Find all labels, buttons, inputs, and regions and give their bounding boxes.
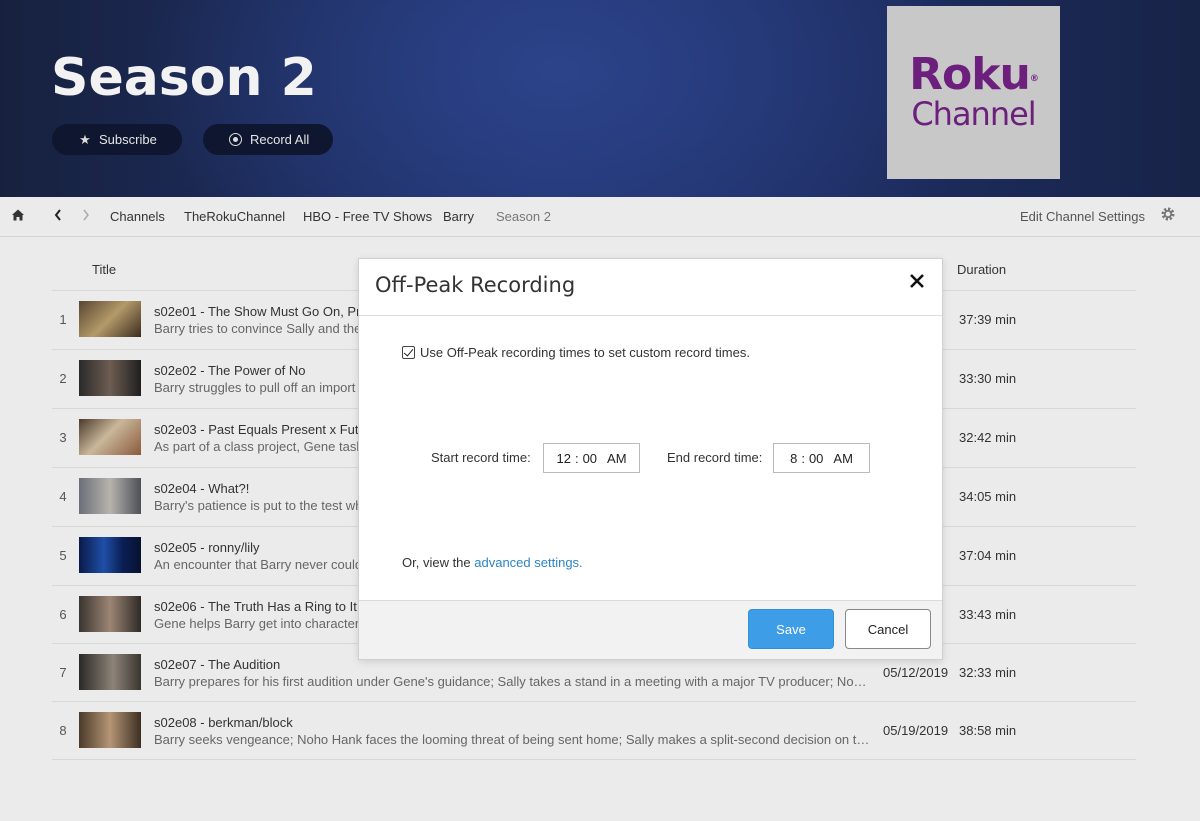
advanced-settings-row: Or, view the advanced settings. — [402, 555, 583, 570]
episode-title: s02e04 - What?! — [154, 481, 250, 496]
episode-duration: 32:33 min — [959, 665, 1017, 680]
episode-duration: 37:04 min — [959, 548, 1017, 563]
logo-roku-text: Roku® — [909, 48, 1039, 100]
episode-date: 05/12/2019 — [883, 665, 949, 680]
end-time-label: End record time: — [667, 450, 763, 465]
subscribe-label: Subscribe — [99, 132, 157, 147]
row-number: 5 — [59, 548, 67, 563]
breadcrumb-bar: Channels TheRokuChannel HBO - Free TV Sh… — [0, 197, 1200, 237]
episode-title: s02e03 - Past Equals Present x Futur — [154, 422, 371, 437]
column-header-duration[interactable]: Duration — [957, 262, 1006, 277]
home-icon[interactable] — [11, 208, 25, 225]
episode-title: s02e06 - The Truth Has a Ring to It — [154, 599, 357, 614]
breadcrumb-season-2: Season 2 — [496, 209, 551, 224]
star-icon: ★ — [79, 131, 91, 147]
row-number: 1 — [59, 312, 67, 327]
episode-duration: 33:43 min — [959, 607, 1017, 622]
table-divider — [52, 759, 1136, 760]
row-number: 6 — [59, 607, 67, 622]
off-peak-checkbox-label: Use Off-Peak recording times to set cust… — [420, 345, 750, 360]
advanced-settings-link[interactable]: advanced settings. — [474, 555, 582, 570]
breadcrumb-therokuchannel[interactable]: TheRokuChannel — [184, 209, 285, 224]
start-hour[interactable]: 12 — [556, 451, 570, 466]
end-time-input[interactable]: 8 : 00 AM — [773, 443, 870, 473]
record-all-button[interactable]: Record All — [203, 124, 333, 155]
episode-thumbnail — [79, 478, 141, 514]
gear-icon[interactable] — [1160, 206, 1176, 227]
breadcrumb-channels[interactable]: Channels — [110, 209, 165, 224]
page-title: Season 2 — [51, 48, 317, 108]
close-icon[interactable] — [909, 269, 925, 295]
end-hour[interactable]: 8 — [790, 451, 797, 466]
row-number: 3 — [59, 430, 67, 445]
breadcrumb-barry[interactable]: Barry — [443, 209, 474, 224]
season-header: Season 2 ★ Subscribe Record All Roku® Ch… — [0, 0, 1200, 197]
episode-thumbnail — [79, 654, 141, 690]
start-time-input[interactable]: 12 : 00 AM — [543, 443, 640, 473]
off-peak-recording-dialog: Off-Peak Recording Use Off-Peak recordin… — [359, 259, 942, 659]
start-ampm[interactable]: AM — [607, 451, 627, 466]
episode-duration: 33:30 min — [959, 371, 1017, 386]
channel-logo: Roku® Channel — [887, 6, 1060, 179]
episode-title: s02e02 - The Power of No — [154, 363, 306, 378]
episode-thumbnail — [79, 712, 141, 748]
end-ampm[interactable]: AM — [833, 451, 853, 466]
edit-channel-settings-link[interactable]: Edit Channel Settings — [1020, 209, 1145, 224]
episode-title: s02e07 - The Audition — [154, 657, 281, 672]
chevron-right-icon[interactable] — [81, 208, 91, 225]
row-number: 4 — [59, 489, 67, 504]
row-number: 8 — [59, 723, 67, 738]
dialog-footer: Save Cancel — [359, 600, 942, 659]
subscribe-button[interactable]: ★ Subscribe — [52, 124, 182, 155]
dialog-title: Off-Peak Recording — [375, 273, 576, 297]
advanced-prefix: Or, view the — [402, 555, 475, 570]
chevron-left-icon[interactable] — [53, 208, 63, 225]
breadcrumb-hbo[interactable]: HBO - Free TV Shows — [303, 209, 432, 224]
dialog-divider — [359, 315, 942, 316]
start-time-label: Start record time: — [431, 450, 531, 465]
episode-duration: 32:42 min — [959, 430, 1017, 445]
table-row[interactable]: 8 s02e08 - berkman/block Barry seeks ven… — [52, 701, 1136, 760]
row-number: 7 — [59, 665, 67, 680]
save-button[interactable]: Save — [748, 609, 834, 649]
episode-thumbnail — [79, 537, 141, 573]
episode-thumbnail — [79, 360, 141, 396]
record-all-label: Record All — [250, 132, 310, 147]
episode-duration: 37:39 min — [959, 312, 1017, 327]
cancel-button[interactable]: Cancel — [845, 609, 931, 649]
record-icon — [229, 133, 242, 146]
off-peak-checkbox-row[interactable]: Use Off-Peak recording times to set cust… — [402, 345, 750, 360]
episode-description: Barry prepares for his first audition un… — [154, 674, 870, 689]
start-minute[interactable]: 00 — [583, 451, 597, 466]
episode-duration: 38:58 min — [959, 723, 1017, 738]
off-peak-checkbox[interactable] — [402, 346, 415, 359]
episode-description: Barry seeks vengeance; Noho Hank faces t… — [154, 732, 870, 747]
row-number: 2 — [59, 371, 67, 386]
end-minute[interactable]: 00 — [809, 451, 823, 466]
logo-channel-text: Channel — [911, 94, 1036, 133]
episode-thumbnail — [79, 596, 141, 632]
column-header-title[interactable]: Title — [92, 262, 116, 277]
episode-title: s02e01 - The Show Must Go On, Prob — [154, 304, 375, 319]
episode-title: s02e08 - berkman/block — [154, 715, 293, 730]
episode-thumbnail — [79, 419, 141, 455]
episode-thumbnail — [79, 301, 141, 337]
episode-duration: 34:05 min — [959, 489, 1017, 504]
episode-date: 05/19/2019 — [883, 723, 949, 738]
episode-title: s02e05 - ronny/lily — [154, 540, 260, 555]
